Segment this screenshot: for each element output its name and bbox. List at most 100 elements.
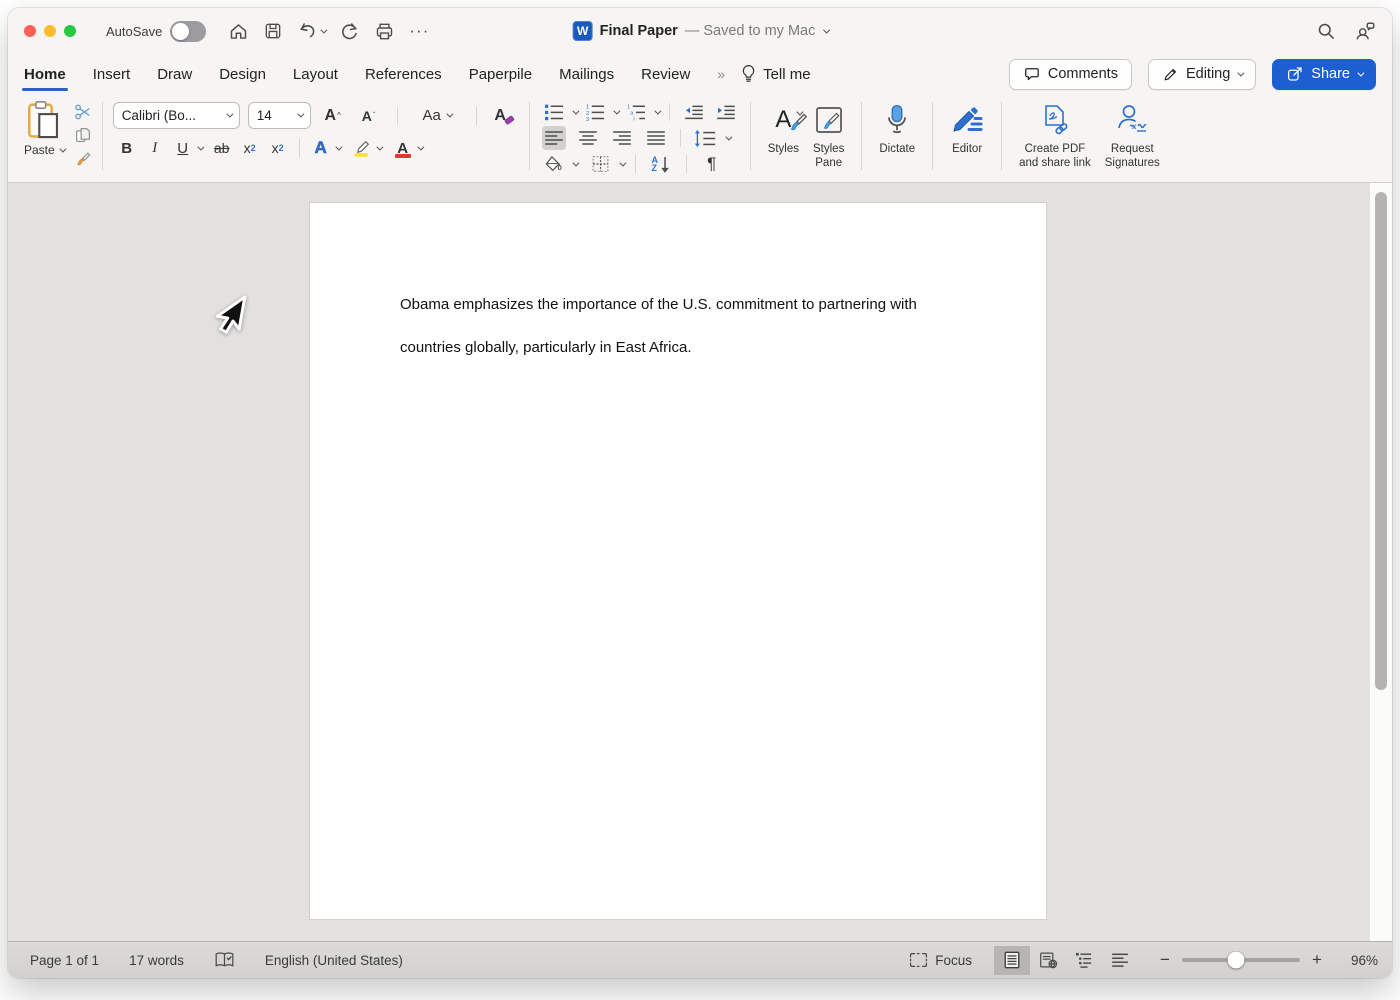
borders-button[interactable] xyxy=(589,152,613,176)
web-layout-view-button[interactable] xyxy=(1030,946,1066,975)
text-effects-chevron[interactable] xyxy=(335,143,343,151)
bold-button[interactable]: B xyxy=(115,136,139,160)
superscript-button[interactable]: x2 xyxy=(266,136,290,160)
align-right-button[interactable] xyxy=(610,126,634,150)
styles-button[interactable]: A Styles xyxy=(761,98,808,174)
subscript-button[interactable]: x2 xyxy=(238,136,262,160)
share-button[interactable]: Share xyxy=(1272,58,1376,90)
redo-button[interactable] xyxy=(339,21,360,42)
save-button[interactable] xyxy=(263,21,283,41)
zoom-out-button[interactable]: − xyxy=(1158,950,1172,970)
bullets-chevron[interactable] xyxy=(572,107,580,115)
print-layout-view-button[interactable] xyxy=(994,945,1030,975)
italic-button[interactable]: I xyxy=(143,136,167,160)
create-pdf-share-link-button[interactable]: Create PDF and share link xyxy=(1012,98,1098,174)
autosave-toggle[interactable] xyxy=(170,20,207,42)
sort-button[interactable]: AZ xyxy=(649,152,673,176)
tab-layout[interactable]: Layout xyxy=(293,62,338,87)
tabs-overflow-button[interactable]: » xyxy=(717,66,726,82)
highlight-chevron[interactable] xyxy=(376,143,384,151)
undo-dropdown-chevron[interactable] xyxy=(320,26,328,34)
close-window-button[interactable] xyxy=(24,25,36,37)
highlight-button[interactable] xyxy=(350,136,374,160)
align-center-button[interactable] xyxy=(576,126,600,150)
tell-me-button[interactable]: Tell me xyxy=(740,64,811,84)
word-window: AutoSave ··· W Final Paper — Saved to my… xyxy=(8,8,1392,978)
comments-button[interactable]: Comments xyxy=(1008,58,1132,90)
copy-button[interactable] xyxy=(74,125,92,145)
page-indicator[interactable]: Page 1 of 1 xyxy=(30,953,99,968)
change-case-button[interactable]: Aa xyxy=(414,104,460,128)
editing-mode-button[interactable]: Editing xyxy=(1147,58,1257,90)
bullets-button[interactable] xyxy=(542,100,566,124)
tab-insert[interactable]: Insert xyxy=(93,62,131,87)
tab-review[interactable]: Review xyxy=(641,62,690,87)
paste-button[interactable]: Paste xyxy=(24,98,67,174)
tab-design[interactable]: Design xyxy=(219,62,266,87)
strikethrough-button[interactable]: ab xyxy=(210,136,234,160)
line-spacing-button[interactable] xyxy=(693,126,717,150)
cut-button[interactable] xyxy=(74,102,92,122)
request-signatures-button[interactable]: x Request Signatures xyxy=(1098,98,1167,174)
styles-pane-button[interactable]: Styles Pane xyxy=(806,98,851,174)
zoom-level[interactable]: 96% xyxy=(1334,953,1378,968)
font-size-select[interactable]: 14 xyxy=(247,102,311,129)
shrink-font-button[interactable]: Aˇ xyxy=(357,104,381,128)
paragraph-text[interactable]: Obama emphasizes the importance of the U… xyxy=(400,283,980,369)
show-paragraph-marks-button[interactable]: ¶ xyxy=(700,152,724,176)
tab-paperpile[interactable]: Paperpile xyxy=(469,62,532,87)
clear-formatting-button[interactable]: A xyxy=(493,104,517,128)
minimize-window-button[interactable] xyxy=(44,25,56,37)
increase-indent-button[interactable] xyxy=(714,100,738,124)
line-spacing-chevron[interactable] xyxy=(725,133,733,141)
editor-button[interactable]: Editor xyxy=(943,98,991,174)
underline-button[interactable]: U xyxy=(171,136,195,160)
print-button[interactable] xyxy=(374,21,395,42)
borders-chevron[interactable] xyxy=(619,159,627,167)
undo-button[interactable] xyxy=(297,21,328,42)
shading-button[interactable] xyxy=(542,152,566,176)
grow-font-button[interactable]: A ^ xyxy=(321,104,345,128)
decrease-indent-button[interactable] xyxy=(682,100,706,124)
font-color-button[interactable]: A xyxy=(391,136,415,160)
dictate-button[interactable]: Dictate xyxy=(872,98,922,174)
font-color-chevron[interactable] xyxy=(417,143,425,151)
ribbon-home: Paste Calibri (Bo... 14 A ^ A ˇ Aa A B I… xyxy=(8,94,1392,183)
presence-button[interactable] xyxy=(1354,20,1376,42)
proofing-status[interactable] xyxy=(214,951,235,969)
shading-chevron[interactable] xyxy=(572,159,580,167)
document-title[interactable]: W Final Paper — Saved to my Mac xyxy=(572,8,830,54)
draft-view-button[interactable] xyxy=(1102,946,1138,975)
document-page[interactable]: Obama emphasizes the importance of the U… xyxy=(310,203,1046,919)
numbering-button[interactable]: 123 xyxy=(583,100,607,124)
zoom-slider[interactable] xyxy=(1182,951,1300,969)
search-button[interactable] xyxy=(1316,21,1336,41)
multilevel-chevron[interactable] xyxy=(654,107,662,115)
tab-references[interactable]: References xyxy=(365,62,442,87)
outline-view-button[interactable] xyxy=(1066,946,1102,975)
underline-chevron[interactable] xyxy=(197,143,205,151)
numbering-chevron[interactable] xyxy=(613,107,621,115)
word-count[interactable]: 17 words xyxy=(129,953,184,968)
language-indicator[interactable]: English (United States) xyxy=(265,953,403,968)
scrollbar-thumb[interactable] xyxy=(1375,192,1387,690)
align-left-button[interactable] xyxy=(541,126,566,150)
zoom-slider-thumb[interactable] xyxy=(1227,951,1245,969)
focus-button[interactable]: Focus xyxy=(909,952,972,968)
text-effects-button[interactable]: A xyxy=(309,136,333,160)
tab-home[interactable]: Home xyxy=(22,62,68,91)
vertical-scrollbar[interactable] xyxy=(1369,183,1392,941)
saved-status: — Saved to my Mac xyxy=(684,23,816,39)
justify-button[interactable] xyxy=(644,126,668,150)
font-name-select[interactable]: Calibri (Bo... xyxy=(112,102,240,129)
multilevel-list-button[interactable]: 1ai xyxy=(624,100,648,124)
zoom-in-button[interactable]: + xyxy=(1310,950,1324,970)
more-toolbar-actions-button[interactable]: ··· xyxy=(409,21,429,41)
tab-draw[interactable]: Draw xyxy=(157,62,192,87)
document-canvas[interactable]: Obama emphasizes the importance of the U… xyxy=(8,183,1392,941)
title-dropdown-chevron[interactable] xyxy=(822,26,830,34)
tab-mailings[interactable]: Mailings xyxy=(559,62,614,87)
format-painter-button[interactable] xyxy=(74,148,92,168)
home-quick-button[interactable] xyxy=(228,21,249,42)
zoom-window-button[interactable] xyxy=(64,25,76,37)
